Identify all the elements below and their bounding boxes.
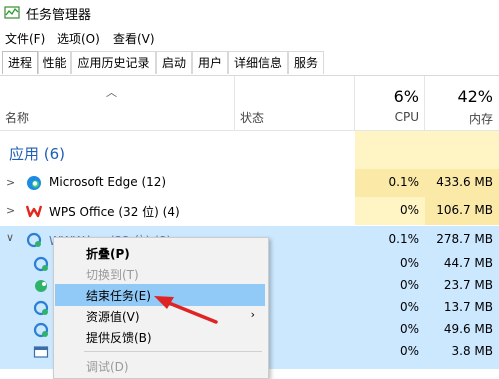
menu-item-label: 切换到(T)	[86, 268, 139, 282]
column-memory-header[interactable]: 内存	[425, 110, 493, 127]
expand-chevron-icon[interactable]: >	[6, 176, 15, 189]
cpu-value: 0%	[399, 300, 419, 314]
menu-item-label: 提供反馈(B)	[86, 331, 152, 345]
column-name-header[interactable]: 名称	[5, 109, 29, 126]
menu-options[interactable]: 选项(O)	[57, 30, 100, 47]
cpu-value: 0.1%	[388, 232, 420, 246]
process-row-edge[interactable]: > Microsoft Edge (12) 0.1% 433.6 MB	[0, 169, 499, 197]
menu-item-debug[interactable]: 调试(D)	[55, 355, 265, 377]
menu-item-collapse[interactable]: 折叠(P)	[55, 242, 265, 264]
menu-view[interactable]: 查看(V)	[113, 30, 155, 47]
process-name: WPS Office (32 位) (4)	[49, 205, 180, 219]
tab-users[interactable]: 用户	[192, 51, 228, 74]
cpu-value: 0%	[399, 278, 419, 292]
memory-value: 433.6 MB	[436, 175, 493, 189]
column-cpu-header[interactable]: CPU	[355, 110, 419, 124]
app-icon	[26, 232, 42, 248]
tab-performance[interactable]: 性能	[38, 51, 71, 74]
app-green-icon	[35, 280, 47, 292]
app-icon	[33, 322, 49, 338]
memory-value: 49.6 MB	[443, 322, 493, 336]
memory-value: 278.7 MB	[436, 232, 493, 246]
group-apps-label[interactable]: 应用 (6)	[9, 143, 65, 164]
cpu-value: 0%	[399, 256, 419, 270]
memory-value: 13.7 MB	[443, 300, 493, 314]
tab-bar: 进程 性能 应用历史记录 启动 用户 详细信息 服务	[0, 48, 499, 76]
tab-details[interactable]: 详细信息	[228, 51, 288, 74]
window-icon	[33, 346, 49, 358]
expand-chevron-icon[interactable]: >	[6, 204, 15, 217]
menu-file[interactable]: 文件(F)	[5, 30, 45, 47]
memory-total-percent[interactable]: 42%	[425, 87, 493, 106]
tab-app-history[interactable]: 应用历史记录	[71, 51, 156, 74]
red-arrow-annotation	[154, 296, 218, 324]
title-bar: 任务管理器	[0, 0, 499, 26]
column-separator	[234, 76, 235, 130]
menu-item-label: 资源值(V)	[86, 310, 140, 324]
task-manager-icon	[4, 6, 20, 19]
menu-item-feedback[interactable]: 提供反馈(B)	[55, 326, 265, 348]
menu-item-label: 调试(D)	[86, 360, 129, 374]
cpu-column-bg	[355, 131, 425, 169]
process-row-wps[interactable]: > WPS Office (32 位) (4) 0% 106.7 MB	[0, 197, 499, 225]
column-status-header[interactable]: 状态	[240, 109, 264, 126]
menu-item-label: 结束任务(E)	[86, 289, 151, 303]
cpu-value: 0%	[399, 203, 419, 217]
memory-value: 3.8 MB	[451, 344, 493, 358]
collapse-chevron-icon[interactable]: ∨	[6, 231, 14, 244]
wps-icon	[26, 205, 42, 218]
memory-value: 44.7 MB	[443, 256, 493, 270]
process-name: Microsoft Edge (12)	[49, 175, 167, 189]
menu-item-switch-to[interactable]: 切换到(T)	[55, 263, 265, 285]
menu-item-label: 折叠(P)	[86, 247, 130, 261]
app-icon	[33, 300, 49, 316]
cpu-total-percent[interactable]: 6%	[355, 87, 419, 106]
tab-services[interactable]: 服务	[288, 51, 324, 74]
submenu-arrow-icon: ›	[250, 308, 255, 321]
cpu-value: 0%	[399, 322, 419, 336]
memory-value: 106.7 MB	[436, 203, 493, 217]
menu-divider	[84, 351, 262, 352]
edge-icon	[27, 176, 41, 190]
memory-column-bg	[425, 131, 499, 169]
sort-up-icon: ︿	[106, 86, 117, 99]
cpu-value: 0%	[399, 344, 419, 358]
cpu-value: 0.1%	[388, 175, 420, 189]
app-icon	[33, 256, 49, 272]
window-title: 任务管理器	[26, 8, 92, 23]
tab-processes[interactable]: 进程	[2, 51, 38, 74]
menu-bar: 文件(F) 选项(O) 查看(V)	[0, 26, 499, 48]
memory-value: 23.7 MB	[443, 278, 493, 292]
tab-startup[interactable]: 启动	[156, 51, 192, 74]
